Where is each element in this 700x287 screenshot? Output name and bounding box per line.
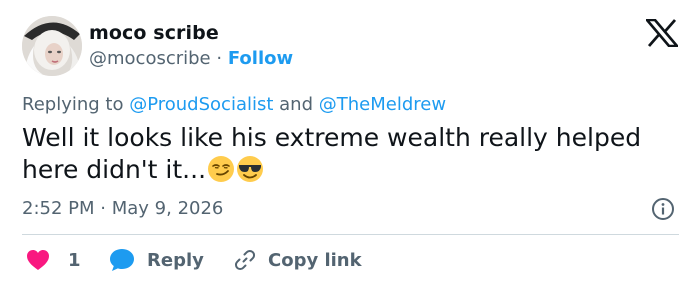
- reply-prefix: Replying to: [22, 94, 124, 115]
- smirking-face-emoji-icon: [208, 156, 235, 182]
- mention-themeldrew[interactable]: @TheMeldrew: [319, 94, 446, 115]
- author-handle[interactable]: @mocoscribe: [89, 48, 211, 69]
- reply-context: Replying to @ProudSocialist and @TheMeld…: [22, 94, 446, 115]
- tweet-card: moco scribe @mocoscribe · Follow Replyin…: [0, 0, 700, 287]
- follow-button[interactable]: Follow: [228, 48, 293, 69]
- action-bar: 1 Reply Copy link: [22, 246, 682, 274]
- tweet-time: 2:52 PM: [22, 198, 95, 219]
- link-icon: [234, 249, 256, 271]
- avatar-image: [22, 16, 82, 76]
- author-display-name[interactable]: moco scribe: [89, 22, 219, 44]
- tweet-date: May 9, 2026: [111, 198, 224, 219]
- tweet-text-line-2: here didn't it...: [22, 155, 207, 184]
- reply-label: Reply: [147, 249, 204, 271]
- tweet-text: Well it looks like his extreme wealth re…: [22, 122, 682, 186]
- author-handle-row: @mocoscribe · Follow: [89, 48, 293, 69]
- mention-proudsocialist[interactable]: @ProudSocialist: [129, 94, 273, 115]
- like-button[interactable]: 1: [26, 246, 81, 274]
- tweet-text-line-1: Well it looks like his extreme wealth re…: [22, 123, 642, 152]
- like-count: 1: [68, 249, 81, 271]
- reply-joiner: and: [279, 94, 314, 115]
- tweet-timestamp[interactable]: 2:52 PM · May 9, 2026: [22, 198, 223, 219]
- handle-separator: ·: [216, 48, 223, 69]
- x-logo-icon[interactable]: [646, 19, 678, 47]
- avatar[interactable]: [22, 16, 82, 76]
- copy-link-label: Copy link: [268, 249, 362, 271]
- info-icon[interactable]: [651, 197, 675, 221]
- copy-link-button[interactable]: Copy link: [233, 246, 362, 274]
- reply-bubble-icon: [110, 249, 134, 271]
- sunglasses-face-emoji-icon: [237, 156, 264, 182]
- divider: [22, 234, 679, 235]
- timestamp-separator: ·: [100, 198, 106, 219]
- heart-icon: [27, 250, 49, 270]
- reply-button[interactable]: Reply: [109, 246, 204, 274]
